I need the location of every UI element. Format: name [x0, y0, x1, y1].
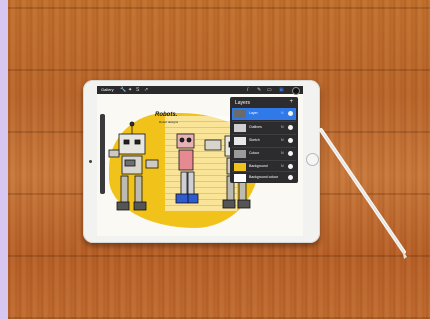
apple-pencil — [319, 128, 407, 259]
photo-scene: Gallery 🔧 ✦ S ↗ / ✎ ▭ ▣ Robots. Robot de… — [0, 0, 430, 319]
